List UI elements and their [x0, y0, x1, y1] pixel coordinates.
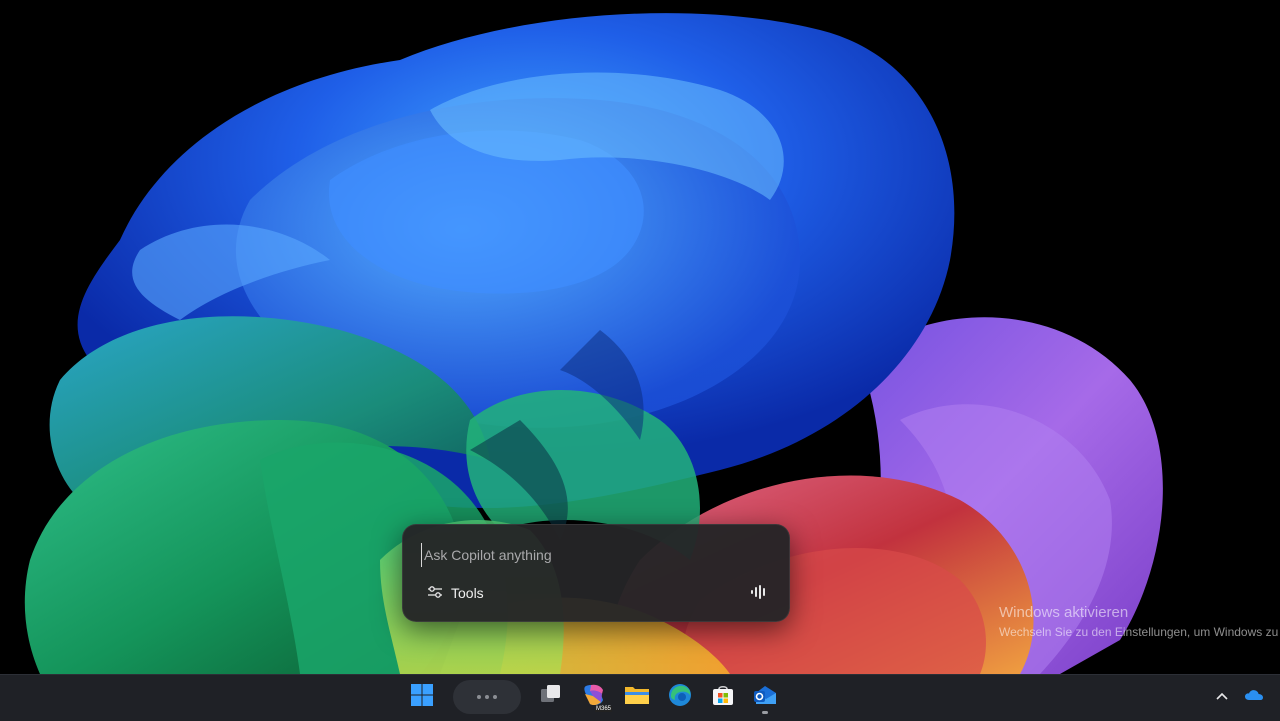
edge-icon: [668, 683, 692, 712]
copilot-input[interactable]: [421, 543, 764, 567]
file-explorer-icon: [624, 684, 650, 711]
onedrive-icon: [1244, 688, 1264, 707]
task-view-icon: [539, 683, 563, 712]
m365-copilot-button[interactable]: M365: [576, 679, 612, 715]
file-explorer-button[interactable]: [619, 679, 655, 715]
widgets-button[interactable]: [453, 680, 521, 714]
m365-badge: M365: [594, 706, 612, 712]
start-icon: [410, 683, 434, 712]
running-indicator: [762, 711, 768, 714]
activation-title: Windows aktivieren: [999, 604, 1129, 621]
microsoft-store-icon: [711, 683, 735, 712]
task-view-button[interactable]: [533, 679, 569, 715]
show-hidden-icons-button[interactable]: [1210, 684, 1234, 710]
outlook-icon: [752, 683, 778, 712]
activation-subtitle: Wechseln Sie zu den Einstellungen, um Wi…: [999, 625, 1280, 639]
edge-button[interactable]: [662, 679, 698, 715]
tools-button[interactable]: Tools: [421, 580, 490, 606]
sliders-icon: [427, 585, 443, 602]
microsoft-store-button[interactable]: [705, 679, 741, 715]
microphone-waveform-icon: [750, 584, 768, 605]
outlook-button[interactable]: [747, 679, 783, 715]
voice-button[interactable]: [745, 581, 773, 607]
windows-activation-watermark: Windows aktivieren Wechseln Sie zu den E…: [999, 604, 1280, 640]
chevron-up-icon: [1215, 688, 1229, 706]
tools-label: Tools: [451, 585, 484, 601]
copilot-prompt-box: Tools: [402, 524, 790, 622]
onedrive-button[interactable]: [1240, 684, 1268, 710]
widgets-icon: [477, 695, 481, 699]
start-button[interactable]: [404, 679, 440, 715]
